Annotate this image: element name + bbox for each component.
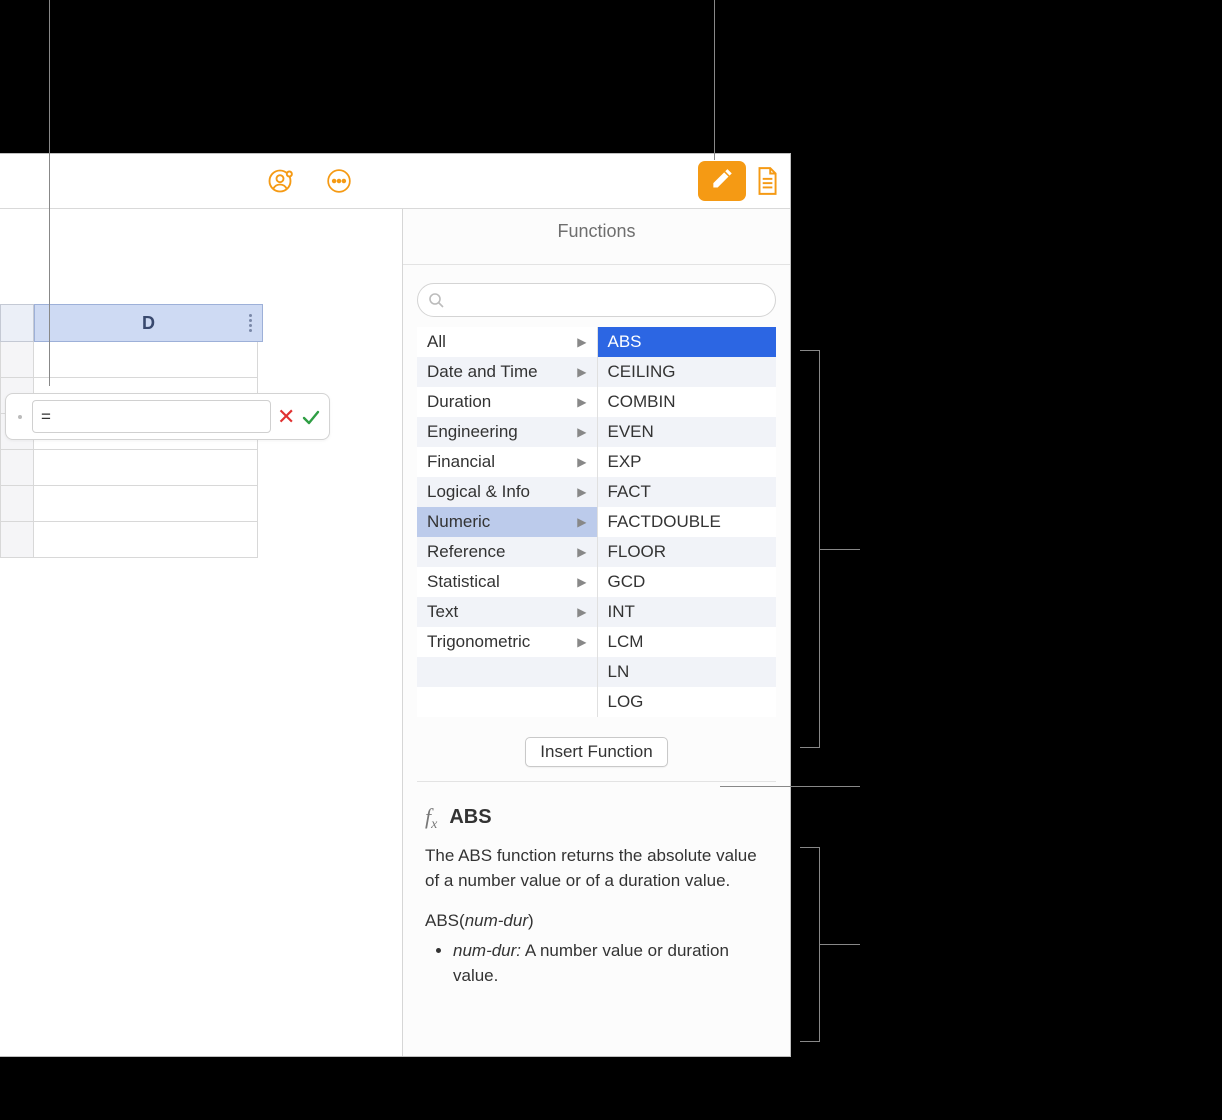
- more-icon[interactable]: [326, 168, 352, 194]
- category-item[interactable]: Reference▶: [417, 537, 597, 567]
- function-item[interactable]: LOG: [598, 687, 777, 717]
- table-row[interactable]: [0, 522, 34, 558]
- function-item[interactable]: COMBIN: [598, 387, 777, 417]
- table-cell[interactable]: [34, 486, 258, 522]
- function-item[interactable]: EXP: [598, 447, 777, 477]
- function-description: fx ABS The ABS function returns the abso…: [403, 782, 790, 989]
- panel-title: Functions: [403, 209, 790, 264]
- table-cell[interactable]: [34, 450, 258, 486]
- chevron-right-icon: ▶: [577, 485, 586, 499]
- function-item[interactable]: GCD: [598, 567, 777, 597]
- table-cell[interactable]: [34, 522, 258, 558]
- category-item[interactable]: Engineering▶: [417, 417, 597, 447]
- column-label: D: [142, 313, 155, 334]
- category-item[interactable]: All▶: [417, 327, 597, 357]
- chevron-right-icon: ▶: [577, 455, 586, 469]
- sheet-body: [0, 342, 258, 558]
- table-row[interactable]: [0, 486, 34, 522]
- category-item[interactable]: Date and Time▶: [417, 357, 597, 387]
- chevron-right-icon: ▶: [577, 635, 586, 649]
- table-cell[interactable]: [34, 342, 258, 378]
- category-item[interactable]: Duration▶: [417, 387, 597, 417]
- column-resize-grip[interactable]: [242, 309, 258, 337]
- function-summary: The ABS function returns the absolute va…: [425, 844, 768, 893]
- function-list: ABSCEILINGCOMBINEVENEXPFACTFACTDOUBLEFLO…: [597, 327, 777, 717]
- chevron-right-icon: ▶: [577, 545, 586, 559]
- function-item[interactable]: ABS: [598, 327, 777, 357]
- category-item-empty: [417, 657, 597, 687]
- chevron-right-icon: ▶: [577, 395, 586, 409]
- category-item[interactable]: Trigonometric▶: [417, 627, 597, 657]
- accept-formula-icon[interactable]: [301, 406, 321, 428]
- chevron-right-icon: ▶: [577, 605, 586, 619]
- column-header[interactable]: D: [34, 304, 263, 342]
- function-item[interactable]: FACTDOUBLE: [598, 507, 777, 537]
- insert-function-button[interactable]: Insert Function: [525, 737, 667, 767]
- app-window: D ✕: [0, 153, 791, 1057]
- formula-input[interactable]: [32, 400, 271, 433]
- category-item[interactable]: Statistical▶: [417, 567, 597, 597]
- function-signature: ABS(num-dur): [425, 911, 768, 931]
- chevron-right-icon: ▶: [577, 365, 586, 379]
- function-arg: num-dur: A number value or duration valu…: [453, 939, 768, 988]
- function-item[interactable]: LN: [598, 657, 777, 687]
- row-header-corner[interactable]: [0, 304, 34, 342]
- toolbar: [0, 154, 790, 209]
- table-row[interactable]: [0, 450, 34, 486]
- chevron-right-icon: ▶: [577, 575, 586, 589]
- category-item[interactable]: Text▶: [417, 597, 597, 627]
- search-input[interactable]: [417, 283, 776, 317]
- function-item[interactable]: LCM: [598, 627, 777, 657]
- format-button[interactable]: [698, 161, 746, 201]
- category-item-empty: [417, 687, 597, 717]
- category-list: All▶Date and Time▶Duration▶Engineering▶F…: [417, 327, 597, 717]
- functions-panel: Functions All▶Date and Time▶Duration▶Eng…: [402, 209, 790, 1056]
- category-item[interactable]: Numeric▶: [417, 507, 597, 537]
- function-item[interactable]: FLOOR: [598, 537, 777, 567]
- search-icon: [428, 292, 444, 308]
- category-item[interactable]: Financial▶: [417, 447, 597, 477]
- formula-editor: ✕: [5, 393, 330, 440]
- function-item[interactable]: EVEN: [598, 417, 777, 447]
- function-item[interactable]: FACT: [598, 477, 777, 507]
- document-icon[interactable]: [752, 161, 782, 201]
- collaborate-icon[interactable]: [266, 167, 294, 195]
- table-row[interactable]: [0, 342, 34, 378]
- formula-menu-icon[interactable]: [14, 409, 26, 425]
- function-item[interactable]: INT: [598, 597, 777, 627]
- chevron-right-icon: ▶: [577, 515, 586, 529]
- chevron-right-icon: ▶: [577, 425, 586, 439]
- fx-icon: fx: [425, 804, 437, 830]
- cancel-formula-icon[interactable]: ✕: [277, 406, 295, 428]
- function-item[interactable]: CEILING: [598, 357, 777, 387]
- chevron-right-icon: ▶: [577, 335, 586, 349]
- category-item[interactable]: Logical & Info▶: [417, 477, 597, 507]
- function-name: ABS: [449, 806, 491, 829]
- spreadsheet-canvas[interactable]: D ✕: [0, 209, 402, 1056]
